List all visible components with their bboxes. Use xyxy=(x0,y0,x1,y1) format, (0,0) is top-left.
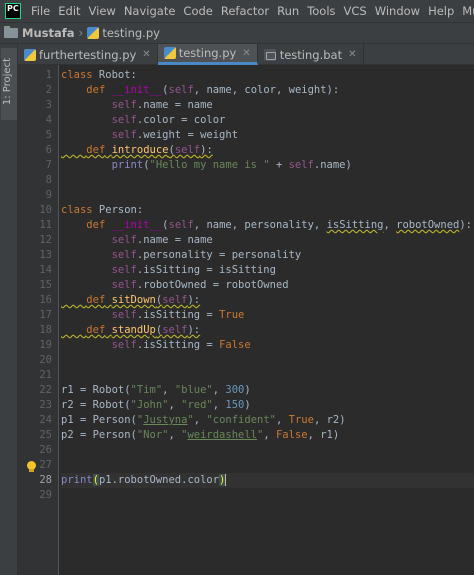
code-line[interactable]: def standUp(self): xyxy=(61,323,200,338)
pycharm-logo-icon[interactable]: PC xyxy=(5,3,21,19)
tab-label: testing.py xyxy=(178,46,237,60)
code-line[interactable]: self.isSitting = False xyxy=(61,338,251,353)
menu-navigate[interactable]: Navigate xyxy=(120,4,180,18)
line-number: 23 xyxy=(39,399,52,411)
line-number: 1 xyxy=(45,69,52,81)
line-number: 17 xyxy=(39,309,52,321)
line-number: 5 xyxy=(45,129,52,141)
menu-run[interactable]: Run xyxy=(273,4,303,18)
line-number-gutter: 1 2 3 4 5 6 7 8 9 10 11 12 13 14 15 16 17 18 19 20 21 22 23 24 2… xyxy=(18,65,59,575)
tab-testing-bat[interactable]: testing.bat ✕ xyxy=(258,44,364,65)
code-line[interactable]: self.color = color xyxy=(61,113,226,128)
code-line[interactable]: self.personality = personality xyxy=(61,248,302,263)
line-number: 9 xyxy=(45,189,52,201)
line-number: 29 xyxy=(39,489,52,501)
code-line[interactable]: def sitDown(self): xyxy=(61,293,200,308)
line-number: 20 xyxy=(39,354,52,366)
code-line[interactable]: class Robot: xyxy=(61,68,137,83)
menu-help[interactable]: Help xyxy=(424,4,458,18)
line-number: 7 xyxy=(45,159,52,171)
folder-icon xyxy=(4,26,18,38)
project-tool-window-label: 1: Project xyxy=(2,58,13,106)
menu-code[interactable]: Code xyxy=(179,4,216,18)
tool-window-stripe: 1: Project xyxy=(0,44,18,575)
code-line[interactable]: r2 = Robot("John", "red", 150) xyxy=(61,398,251,413)
breadcrumb-file[interactable]: testing.py xyxy=(102,26,160,40)
close-icon[interactable]: ✕ xyxy=(142,49,150,60)
project-tool-window-button[interactable]: 1: Project xyxy=(1,48,17,120)
line-number: 12 xyxy=(39,234,52,246)
tab-label: furthertesting.py xyxy=(39,47,137,62)
line-number: 10 xyxy=(39,204,52,216)
code-line[interactable]: p1 = Person("Justyna", "confident", True… xyxy=(61,413,346,428)
code-line[interactable]: def introduce(self): xyxy=(61,143,212,158)
code-line[interactable]: self.isSitting = isSitting xyxy=(61,263,276,278)
close-icon[interactable]: ✕ xyxy=(348,49,356,60)
line-number: 2 xyxy=(45,84,52,96)
code-line[interactable]: self.weight = weight xyxy=(61,128,238,143)
line-number: 28 xyxy=(39,474,52,486)
menu-file[interactable]: File xyxy=(27,4,54,18)
line-number: 21 xyxy=(39,369,52,381)
line-number: 15 xyxy=(39,279,52,291)
line-number: 4 xyxy=(45,114,52,126)
line-number: 11 xyxy=(39,219,52,231)
code-area[interactable]: class Robot: def __init__(self, name, co… xyxy=(61,65,474,575)
line-number: 22 xyxy=(39,384,52,396)
menu-refactor[interactable]: Refactor xyxy=(217,4,273,18)
line-number: 27 xyxy=(39,459,52,471)
code-line[interactable]: r1 = Robot("Tim", "blue", 300) xyxy=(61,383,251,398)
line-number: 6 xyxy=(45,144,52,156)
line-number: 13 xyxy=(39,249,52,261)
code-line[interactable]: class Person: xyxy=(61,203,143,218)
editor-tab-bar: furthertesting.py ✕ testing.py ✕ testing… xyxy=(18,44,474,65)
code-line[interactable]: self.name = name xyxy=(61,233,213,248)
code-line[interactable]: self.name = name xyxy=(61,98,213,113)
breadcrumb-chevron-icon: › xyxy=(78,26,84,40)
line-number: 3 xyxy=(45,99,52,111)
line-number: 26 xyxy=(39,444,52,456)
line-number: 18 xyxy=(39,324,52,336)
menu-tools[interactable]: Tools xyxy=(303,4,339,18)
code-line[interactable]: def __init__(self, name, personality, is… xyxy=(61,218,472,233)
menu-bar: PC File Edit View Navigate Code Refactor… xyxy=(0,0,474,22)
python-file-icon xyxy=(24,48,36,61)
code-line[interactable]: self.isSitting = True xyxy=(61,308,245,323)
line-number: 8 xyxy=(45,174,52,186)
python-file-icon xyxy=(163,47,176,59)
code-line[interactable]: def __init__(self, name, color, weight): xyxy=(61,83,339,98)
line-number: 25 xyxy=(39,429,52,441)
line-number: 14 xyxy=(39,264,52,276)
window-title: Mustafa [C:\Users\abdul xyxy=(462,4,474,18)
batch-file-icon xyxy=(263,48,276,61)
tab-label: testing.bat xyxy=(279,47,343,62)
code-line[interactable]: p2 = Person("Nor", "weirdashell", False,… xyxy=(61,428,339,443)
breadcrumb-project[interactable]: Mustafa xyxy=(22,26,75,40)
line-number: 19 xyxy=(39,339,52,351)
code-line[interactable]: self.robotOwned = robotOwned xyxy=(61,278,289,293)
close-icon[interactable]: ✕ xyxy=(242,48,250,59)
tab-furthertesting[interactable]: furthertesting.py ✕ xyxy=(18,44,158,65)
code-line[interactable]: print("Hello my name is " + self.name) xyxy=(61,158,352,173)
line-number: 16 xyxy=(39,294,52,306)
menu-view[interactable]: View xyxy=(85,4,120,18)
navigation-bar: Mustafa › testing.py xyxy=(0,22,474,44)
tab-testing-py[interactable]: testing.py ✕ xyxy=(157,44,258,65)
python-file-icon xyxy=(87,27,100,39)
line-number: 24 xyxy=(39,414,52,426)
menu-edit[interactable]: Edit xyxy=(54,4,84,18)
menu-vcs[interactable]: VCS xyxy=(340,4,371,18)
menu-window[interactable]: Window xyxy=(371,4,424,18)
code-editor[interactable]: 1 2 3 4 5 6 7 8 9 10 11 12 13 14 15 16 17 18 19 20 21 22 23 24 2… xyxy=(18,65,474,575)
code-line[interactable]: print(p1.robotOwned.color) xyxy=(61,473,227,488)
